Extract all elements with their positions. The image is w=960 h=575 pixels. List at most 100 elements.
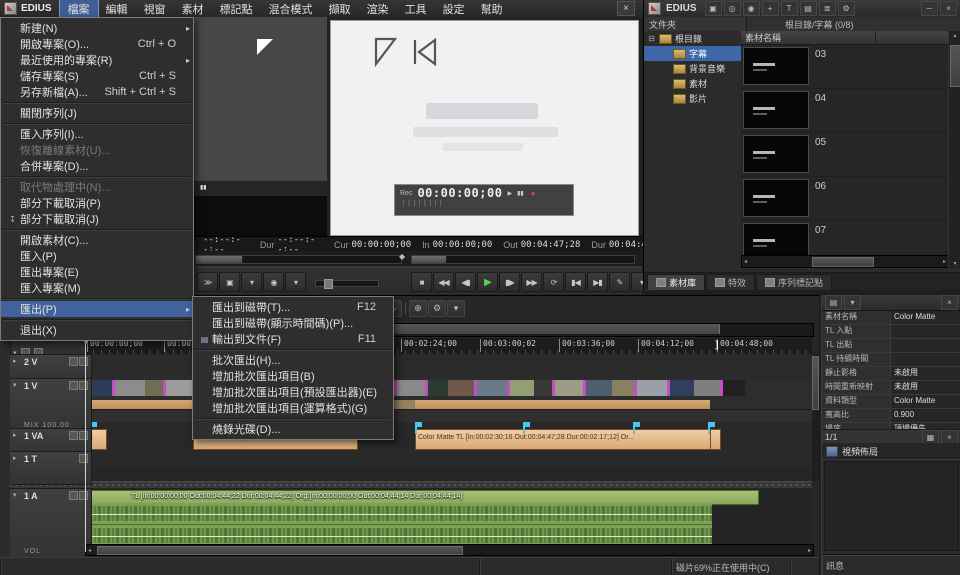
menubar-item[interactable]: 擷取: [321, 0, 359, 18]
audio-waveform-ch1[interactable]: [85, 503, 712, 525]
export-submenu-item[interactable]: 增加批次匯出項目(B): [193, 368, 393, 384]
file-menu-item[interactable]: 儲存專案(S) Ctrl + S: [1, 68, 193, 84]
export-submenu-item[interactable]: 匯出到磁帶(T)... F12: [193, 299, 393, 315]
settings-icon[interactable]: ⚙: [428, 300, 446, 317]
display-mode-icon[interactable]: ▣: [219, 272, 240, 292]
expander-icon[interactable]: ▾: [13, 381, 21, 389]
mixer-rubber-band[interactable]: [85, 400, 710, 409]
column-header-name[interactable]: 素材名稱: [741, 31, 876, 44]
clip-row[interactable]: 03: [741, 45, 949, 89]
video-layout-item[interactable]: 視頻佈局: [822, 443, 960, 460]
timeline-vscrollbar[interactable]: [812, 354, 819, 481]
menubar-item[interactable]: 混合模式: [261, 0, 321, 18]
clip-marker-icon[interactable]: [415, 422, 422, 434]
add-clip-icon[interactable]: +: [762, 1, 779, 16]
bin-tab[interactable]: 特效: [706, 274, 755, 290]
search-icon[interactable]: ◎: [724, 1, 741, 16]
mic-icon[interactable]: ◉: [263, 272, 284, 292]
close-icon[interactable]: ×: [617, 1, 635, 16]
next-edit-button[interactable]: ▶▮: [587, 272, 608, 292]
menubar-item[interactable]: 視窗: [136, 0, 174, 18]
frame-forward-button[interactable]: ▮▶: [499, 272, 520, 292]
folder-tree-item[interactable]: 素材: [644, 76, 741, 91]
menubar-item[interactable]: 檔案: [60, 0, 98, 18]
file-menu-item[interactable]: 匯入(P): [1, 248, 193, 264]
export-submenu-item[interactable]: 匯出到磁帶(顯示時間碼)(P)...: [193, 315, 393, 331]
file-menu-item[interactable]: 匯入序列(I)...: [1, 126, 193, 142]
loop-button[interactable]: ⟳: [543, 272, 564, 292]
dropdown-icon[interactable]: ▾: [447, 300, 465, 317]
view-icon[interactable]: ≣: [819, 1, 836, 16]
track-mute-icon[interactable]: [79, 357, 88, 366]
bin-vscrollbar[interactable]: ▴ ▾: [948, 31, 960, 268]
menubar-item[interactable]: 渲染: [359, 0, 397, 18]
dropdown-icon[interactable]: ▾: [285, 272, 306, 292]
frame-back-button[interactable]: ◀▮: [455, 272, 476, 292]
file-menu-item[interactable]: 部分下載取消(P): [1, 195, 193, 211]
recorder-position-slider[interactable]: [411, 255, 635, 264]
title-icon[interactable]: T: [781, 1, 798, 16]
track-mute-icon[interactable]: [79, 381, 88, 390]
clip-marker-icon[interactable]: [523, 422, 530, 434]
clip-thumbnail[interactable]: [743, 179, 809, 217]
track-mute-icon[interactable]: [79, 491, 88, 500]
toolbar-divider[interactable]: [405, 302, 406, 314]
file-menu-item[interactable]: 取代物處理中(N)...: [1, 179, 193, 195]
expander-icon[interactable]: ▸: [13, 357, 21, 365]
clip-row[interactable]: 05: [741, 133, 949, 177]
file-menu-item[interactable]: 合併專案(D)...: [1, 158, 193, 174]
video-filmstrip-clip[interactable]: [85, 380, 745, 396]
expander-icon[interactable]: ▾: [13, 491, 21, 499]
file-menu-item[interactable]: 匯入專案(M): [1, 280, 193, 296]
menubar-item[interactable]: 工具: [397, 0, 435, 18]
close-icon[interactable]: ×: [941, 295, 958, 310]
menubar-item[interactable]: 素材: [174, 0, 212, 18]
stop-button[interactable]: ■: [411, 272, 432, 292]
file-menu-item[interactable]: 新建(N) ▸: [1, 20, 193, 36]
prev-edit-button[interactable]: ▮◀: [565, 272, 586, 292]
menubar-item[interactable]: 設定: [435, 0, 473, 18]
clip-marker-icon[interactable]: [633, 422, 640, 434]
expander-icon[interactable]: ▸: [13, 431, 21, 439]
player-position-slider[interactable]: [195, 255, 402, 264]
out-point-marker[interactable]: ]: [714, 340, 720, 351]
track-lock-icon[interactable]: [79, 454, 88, 463]
file-menu-item[interactable]: 開啟專案(O)... Ctrl + O: [1, 36, 193, 52]
jog-slider[interactable]: [315, 280, 379, 287]
track-lock-icon[interactable]: [69, 357, 78, 366]
file-menu-item[interactable]: 匯出專案(E): [1, 264, 193, 280]
window-icon[interactable]: ▣: [705, 1, 722, 16]
play-button[interactable]: ▶: [477, 272, 498, 292]
clip-thumbnail[interactable]: [743, 47, 809, 85]
folder-tree-item[interactable]: ⊟ 根目錄: [644, 31, 741, 46]
track-lane-t[interactable]: [85, 451, 812, 482]
export-submenu-item[interactable]: ▤ 輸出到文件(F) F11: [193, 331, 393, 347]
menubar-item[interactable]: 幫助: [473, 0, 511, 18]
tree-expander-icon[interactable]: ⊟: [647, 34, 656, 43]
bin-hscrollbar[interactable]: ◂▸: [741, 255, 949, 268]
folder-icon[interactable]: ▤: [800, 1, 817, 16]
export-submenu-item[interactable]: 燒錄光碟(D)...: [193, 421, 393, 437]
track-lock-icon[interactable]: [69, 431, 78, 440]
menubar-item[interactable]: 編輯: [98, 0, 136, 18]
bin-tab[interactable]: 素材庫: [647, 274, 705, 290]
file-menu-item[interactable]: ↧ 部分下載取消(J): [1, 211, 193, 227]
clip-marker-icon[interactable]: [708, 422, 715, 434]
menubar-item[interactable]: 標記點: [212, 0, 261, 18]
folder-tree-item[interactable]: 影片: [644, 91, 741, 106]
export-submenu-item[interactable]: 增加批次匯出項目(預設匯出器)(E): [193, 384, 393, 400]
play-icon[interactable]: ▶: [507, 190, 512, 197]
settings-icon[interactable]: ⚙: [838, 1, 855, 16]
export-submenu-item[interactable]: 增加批次匯出項目(運算格式)(G): [193, 400, 393, 416]
edit-button[interactable]: ✎: [609, 272, 630, 292]
clip-row[interactable]: 06: [741, 177, 949, 221]
expander-icon[interactable]: ▸: [13, 454, 21, 462]
shuttle-icon[interactable]: ≫: [197, 272, 218, 292]
folder-tree-item[interactable]: 字幕: [644, 46, 741, 61]
file-menu-item[interactable]: 關閉序列(J): [1, 105, 193, 121]
rewind-button[interactable]: ◀◀: [433, 272, 454, 292]
pause-icon[interactable]: ▮▮: [517, 190, 524, 197]
properties-icon[interactable]: ▤: [825, 295, 842, 310]
file-menu-item[interactable]: 另存新檔(A)... Shift + Ctrl + S: [1, 84, 193, 100]
track-header-v1[interactable]: ▾ 1 V MIX 100.00: [10, 378, 92, 432]
